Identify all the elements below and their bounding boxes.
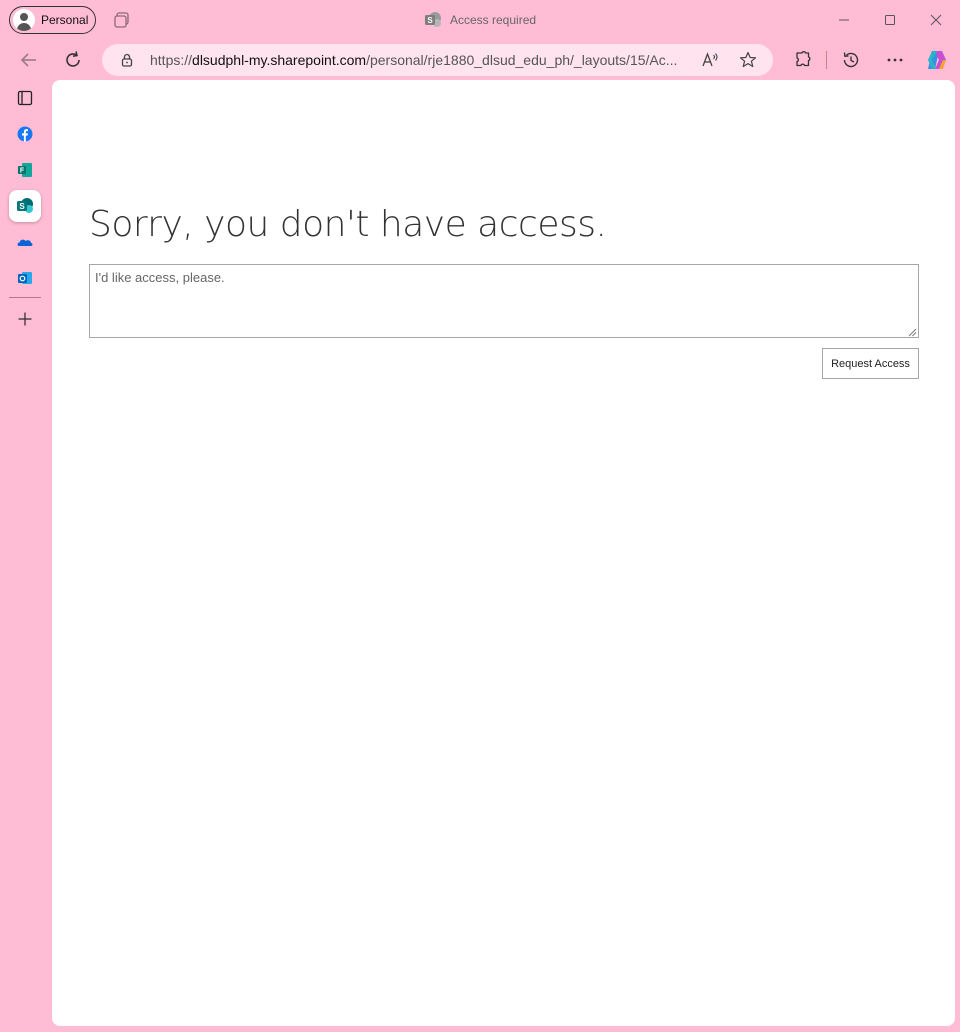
sidebar-add-button[interactable]	[9, 303, 41, 335]
page-title: Sorry, you don't have access.	[89, 204, 607, 245]
sidebar-item-facebook[interactable]	[9, 118, 41, 150]
url-prefix: https://	[150, 52, 193, 68]
url-text[interactable]: https://dlsudphl-my.sharepoint.com/perso…	[150, 52, 690, 68]
history-icon[interactable]	[840, 49, 862, 71]
forms-icon: F	[18, 163, 32, 177]
workspaces-icon[interactable]	[112, 10, 132, 30]
minimize-icon[interactable]	[834, 10, 854, 30]
refresh-icon[interactable]	[61, 48, 85, 72]
read-aloud-icon[interactable]	[700, 50, 720, 70]
maximize-icon[interactable]	[880, 10, 900, 30]
toolbar-divider	[826, 51, 827, 69]
close-icon[interactable]	[926, 10, 946, 30]
sharepoint-icon: S	[17, 198, 33, 213]
request-access-button[interactable]: Request Access	[822, 348, 919, 379]
svg-text:S: S	[427, 16, 433, 25]
tab-title-text: Access required	[450, 13, 537, 27]
extensions-icon[interactable]	[791, 49, 813, 71]
lock-icon[interactable]	[119, 52, 135, 68]
url-host: dlsudphl-my.sharepoint.com	[192, 52, 367, 68]
avatar	[13, 9, 35, 31]
back-icon[interactable]	[17, 48, 41, 72]
sidebar-item-outlook[interactable]	[9, 262, 41, 294]
resize-grip-icon[interactable]	[908, 328, 917, 337]
svg-text:F: F	[20, 168, 25, 175]
sidebar: F S	[0, 80, 50, 1032]
access-message-input[interactable]	[89, 264, 919, 338]
sidebar-divider	[9, 297, 41, 298]
more-options-icon[interactable]	[884, 49, 906, 71]
sidebar-item-sharepoint[interactable]: S	[9, 190, 41, 222]
facebook-icon	[17, 126, 33, 142]
profile-button[interactable]: Personal	[9, 6, 96, 34]
url-path: /personal/rje1880_dlsud_edu_ph/_layouts/…	[366, 52, 678, 68]
outlook-icon	[18, 272, 32, 284]
sharepoint-icon: S	[425, 12, 441, 27]
sidebar-item-tab-actions[interactable]	[9, 82, 41, 114]
favorite-star-icon[interactable]	[738, 50, 758, 70]
title-bar: Personal S Access required	[0, 0, 960, 40]
plus-icon	[18, 312, 32, 326]
copilot-icon[interactable]	[925, 48, 949, 72]
sidebar-item-onedrive[interactable]	[9, 226, 41, 258]
profile-label: Personal	[41, 13, 89, 27]
svg-text:S: S	[19, 202, 25, 211]
onedrive-icon	[17, 239, 33, 246]
tab-actions-icon	[17, 90, 33, 106]
address-bar[interactable]: https://dlsudphl-my.sharepoint.com/perso…	[102, 44, 773, 76]
sidebar-item-forms[interactable]: F	[9, 154, 41, 186]
tab-title: S Access required	[424, 11, 536, 29]
page-content: Sorry, you don't have access. Request Ac…	[52, 80, 955, 1026]
